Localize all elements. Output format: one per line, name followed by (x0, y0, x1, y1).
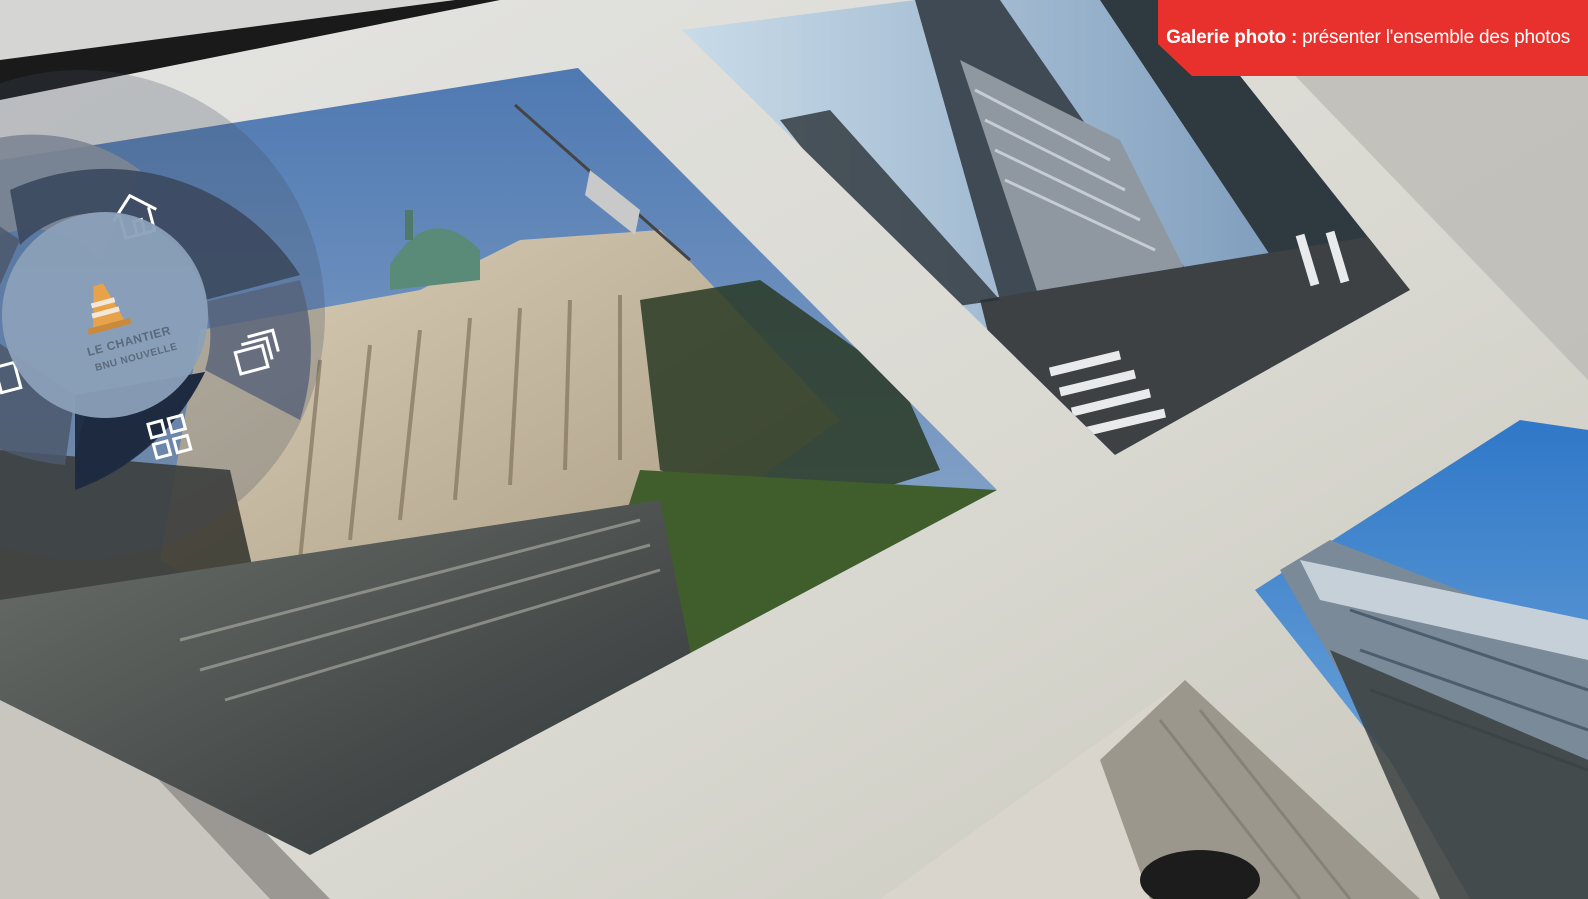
photo-gallery-scene: LE CHANTIER BNU NOUVELLE (0, 0, 1588, 899)
menu-center-logo[interactable]: LE CHANTIER BNU NOUVELLE (2, 212, 208, 418)
banner-title: Galerie photo : (1166, 27, 1298, 48)
banner-subtitle: présenter l'ensemble des photos (1302, 27, 1570, 48)
gallery-title-banner: Galerie photo : présenter l'ensemble des… (1158, 0, 1588, 76)
